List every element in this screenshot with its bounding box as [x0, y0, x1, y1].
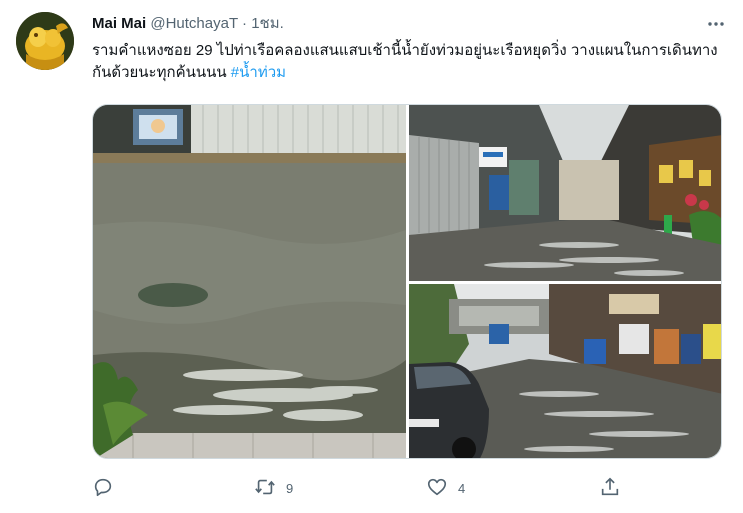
tweet-actions: 9 4 [92, 476, 632, 500]
display-name[interactable]: Mai Mai [92, 15, 146, 32]
reply-icon [92, 476, 114, 501]
tweet-body: รามคำแหงซอย 29 ไปท่าเรือคลองแสนแสบเช้านี… [92, 42, 718, 81]
heart-icon [426, 476, 448, 501]
photo-flooded-sidewalk[interactable] [93, 105, 406, 458]
photo-flooded-street-with-car[interactable] [409, 284, 721, 458]
tweet-text: รามคำแหงซอย 29 ไปท่าเรือคลองแสนแสบเช้านี… [92, 40, 732, 84]
tweet-header: Mai Mai @HutchayaT · 1ชม. [92, 13, 727, 35]
like-count: 4 [458, 480, 466, 496]
retweet-button[interactable]: 9 [254, 476, 293, 500]
share-icon [599, 476, 621, 501]
avatar-image [16, 12, 74, 70]
user-handle[interactable]: @HutchayaT [150, 15, 238, 32]
tweet-card[interactable]: Mai Mai @HutchayaT · 1ชม. รามคำแหงซอย 29… [0, 0, 743, 513]
hashtag-link[interactable]: #น้ำท่วม [231, 64, 286, 81]
media-grid [92, 104, 722, 459]
avatar[interactable] [16, 12, 74, 70]
photo-flooded-alley[interactable] [409, 105, 721, 281]
more-options-icon[interactable] [705, 13, 727, 35]
like-button[interactable]: 4 [426, 476, 465, 500]
separator-dot: · [242, 15, 248, 32]
retweet-icon [254, 476, 276, 501]
timestamp[interactable]: 1ชม. [251, 15, 284, 32]
retweet-count: 9 [286, 480, 294, 496]
share-button[interactable] [599, 476, 631, 500]
reply-button[interactable] [92, 476, 124, 500]
